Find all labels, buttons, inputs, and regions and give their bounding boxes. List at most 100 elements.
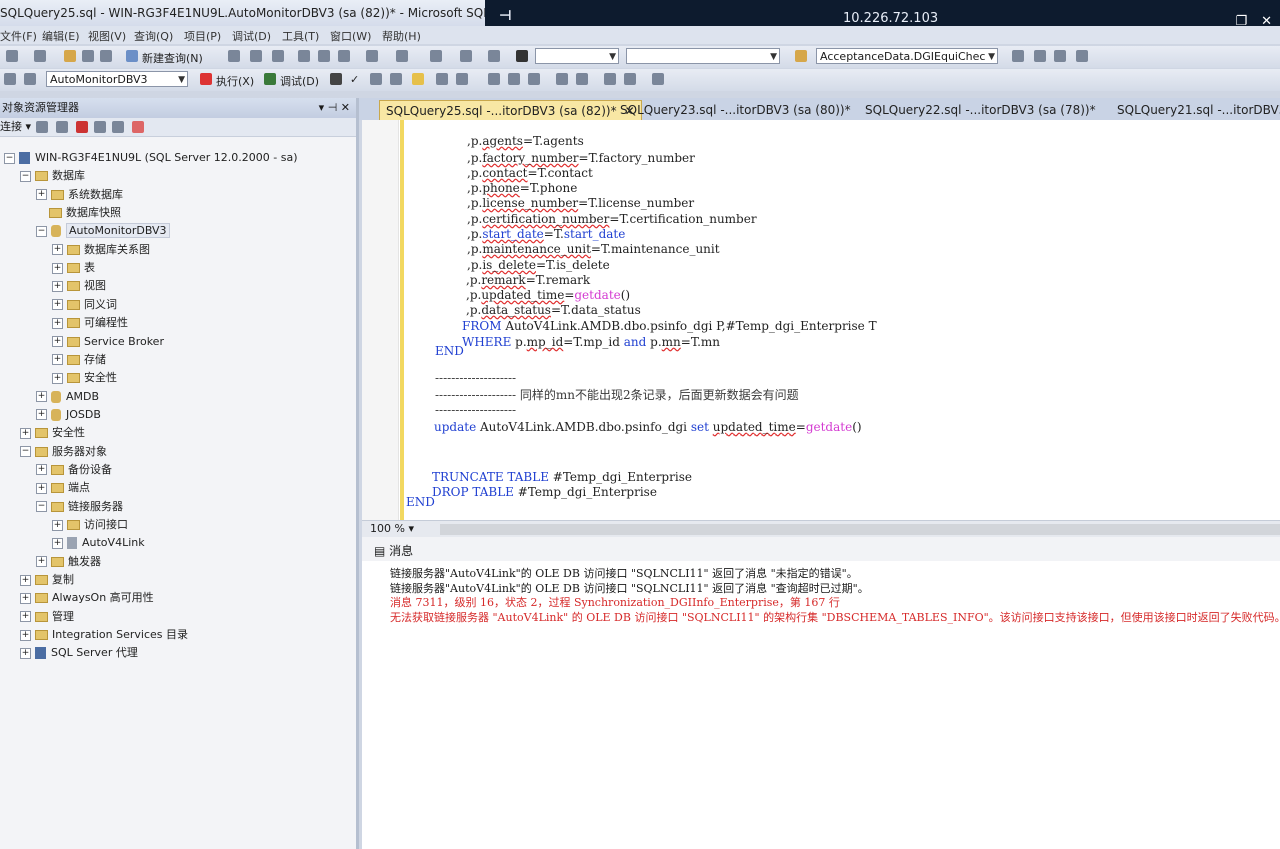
expand-toggle-icon[interactable]: + [20, 574, 31, 586]
menu-help[interactable]: 帮助(H) [382, 28, 421, 44]
properties-icon[interactable] [1034, 50, 1046, 62]
tree-node[interactable]: + 端点 [36, 479, 90, 497]
paste-icon[interactable] [338, 50, 350, 62]
analysis-query-icon[interactable] [250, 50, 262, 62]
query-editor[interactable]: ,p.agents=T.agents ,p.factory_number=T.fa… [362, 120, 1280, 520]
debug-button[interactable]: 调试(D) [280, 73, 319, 89]
tree-node[interactable]: − WIN-RG3F4E1NU9L (SQL Server 12.0.2000 -… [4, 149, 298, 167]
parse-icon[interactable]: ✓ [350, 73, 359, 86]
menu-file[interactable]: 文件(F) [0, 28, 37, 44]
cut-icon[interactable] [298, 50, 310, 62]
new-query-button[interactable]: 新建查询(N) [142, 50, 203, 66]
disconnect-icon[interactable] [56, 121, 68, 133]
expand-toggle-icon[interactable]: + [52, 336, 63, 347]
tab-sqlquery25[interactable]: SQLQuery25.sql -...itorDBV3 (sa (82))* ✕ [379, 100, 642, 121]
tree-node[interactable]: + 备份设备 [36, 461, 112, 479]
new-project-icon[interactable] [6, 50, 18, 62]
options-icon[interactable] [1076, 50, 1088, 62]
tree-node[interactable]: + AutoV4Link [52, 534, 145, 552]
expand-toggle-icon[interactable]: + [52, 317, 63, 329]
expand-toggle-icon[interactable]: + [36, 464, 47, 476]
filter-icon[interactable] [94, 121, 106, 133]
tree-node[interactable]: + 表 [52, 259, 95, 277]
toolbox-icon[interactable] [1054, 50, 1066, 62]
tree-node[interactable]: + 访问接口 [52, 516, 128, 534]
decrease-indent-icon[interactable] [604, 73, 616, 85]
tree-node[interactable]: + 可编程性 [52, 314, 128, 332]
menu-view[interactable]: 视图(V) [88, 28, 126, 44]
activity-monitor-icon[interactable] [488, 50, 500, 62]
menu-edit[interactable]: 编辑(E) [42, 28, 80, 44]
expand-toggle-icon[interactable]: + [52, 354, 63, 366]
expand-toggle-icon[interactable]: + [52, 244, 63, 256]
refresh-icon[interactable] [112, 121, 124, 133]
client-stats-icon[interactable] [528, 73, 540, 85]
tree-node[interactable]: + 视图 [52, 277, 106, 295]
menu-tools[interactable]: 工具(T) [282, 28, 319, 44]
horizontal-scrollbar[interactable] [440, 524, 1280, 535]
tree-node[interactable]: + 复制 [20, 571, 74, 589]
tab-sqlquery22[interactable]: SQLQuery22.sql -...itorDBV3 (sa (78))* [859, 100, 1102, 120]
expand-toggle-icon[interactable]: + [36, 391, 47, 403]
live-stats-icon[interactable] [508, 73, 520, 85]
expand-toggle-icon[interactable]: − [4, 152, 15, 164]
tree-node[interactable]: + SQL Server 代理 [20, 644, 138, 662]
change-connection-icon[interactable] [24, 73, 36, 85]
save-all-icon[interactable] [100, 50, 112, 62]
execute-icon[interactable] [200, 73, 212, 85]
comment-icon[interactable] [556, 73, 568, 85]
tree-node[interactable]: − 链接服务器 [36, 498, 123, 516]
expand-toggle-icon[interactable]: + [52, 519, 63, 531]
tree-node[interactable]: + 数据库关系图 [52, 241, 150, 259]
open-file-icon[interactable] [64, 50, 76, 62]
tree-node[interactable]: + Service Broker [52, 333, 164, 351]
platform-combo[interactable]: ▼ [626, 48, 780, 64]
cancel-query-icon[interactable] [330, 73, 342, 85]
expand-toggle-icon[interactable]: − [36, 225, 47, 237]
expand-toggle-icon[interactable]: + [20, 592, 31, 604]
stop-icon[interactable] [76, 121, 88, 133]
db-engine-query-icon[interactable] [228, 50, 240, 62]
results-to-text-icon[interactable] [412, 73, 424, 85]
menu-debug[interactable]: 调试(D) [232, 28, 271, 44]
tree-node[interactable]: − AutoMonitorDBV3 [36, 222, 170, 240]
expand-toggle-icon[interactable]: − [36, 501, 47, 513]
save-results-icon[interactable] [460, 50, 472, 62]
solution-config-combo[interactable]: ▼ [535, 48, 619, 64]
display-plan-icon[interactable] [370, 73, 382, 85]
expand-toggle-icon[interactable]: + [52, 299, 63, 311]
connect-object-icon[interactable] [36, 121, 48, 133]
tab-sqlquery23[interactable]: SQLQuery23.sql -...itorDBV3 (sa (80))* [614, 100, 857, 120]
save-icon[interactable] [82, 50, 94, 62]
expand-toggle-icon[interactable]: + [20, 647, 31, 659]
messages-tab[interactable]: ▤ 消息 [374, 542, 413, 559]
tree-node[interactable]: − 数据库 [20, 167, 85, 185]
expand-toggle-icon[interactable]: + [36, 189, 47, 201]
tree-node[interactable]: + AMDB [36, 388, 99, 406]
activity-icon[interactable] [132, 121, 144, 133]
tree-node[interactable]: + 安全性 [52, 369, 117, 387]
debug-icon[interactable] [264, 73, 276, 85]
database-combo[interactable]: AutoMonitorDBV3 ▼ [46, 71, 188, 87]
tree-node[interactable]: + 系统数据库 [36, 186, 123, 204]
find-icon[interactable] [795, 50, 807, 62]
pin-icon[interactable]: ⊣ [499, 8, 512, 24]
expand-toggle-icon[interactable]: + [36, 482, 47, 494]
new-query-icon[interactable] [126, 50, 138, 62]
tree-node[interactable]: + JOSDB [36, 406, 101, 424]
tab-sqlquery21[interactable]: SQLQuery21.sql -...itorDBV3 [1111, 100, 1280, 120]
messages-pane[interactable]: 链接服务器"AutoV4Link"的 OLE DB 访问接口 "SQLNCLI1… [362, 561, 1280, 849]
tree-node[interactable]: 数据库快照 [36, 204, 121, 222]
expand-toggle-icon[interactable]: + [52, 262, 63, 274]
uncomment-icon[interactable] [576, 73, 588, 85]
tree-node[interactable]: + 同义词 [52, 296, 117, 314]
tree-node[interactable]: + Integration Services 目录 [20, 626, 188, 644]
tree-node[interactable]: + 管理 [20, 608, 74, 626]
menu-project[interactable]: 项目(P) [184, 28, 221, 44]
tree-node[interactable]: + 触发器 [36, 553, 101, 571]
connect-icon[interactable] [4, 73, 16, 85]
expand-toggle-icon[interactable]: + [36, 409, 47, 421]
tree-node[interactable]: + 存储 [52, 351, 106, 369]
results-to-grid-icon[interactable] [436, 73, 448, 85]
results-to-file-icon[interactable] [456, 73, 468, 85]
